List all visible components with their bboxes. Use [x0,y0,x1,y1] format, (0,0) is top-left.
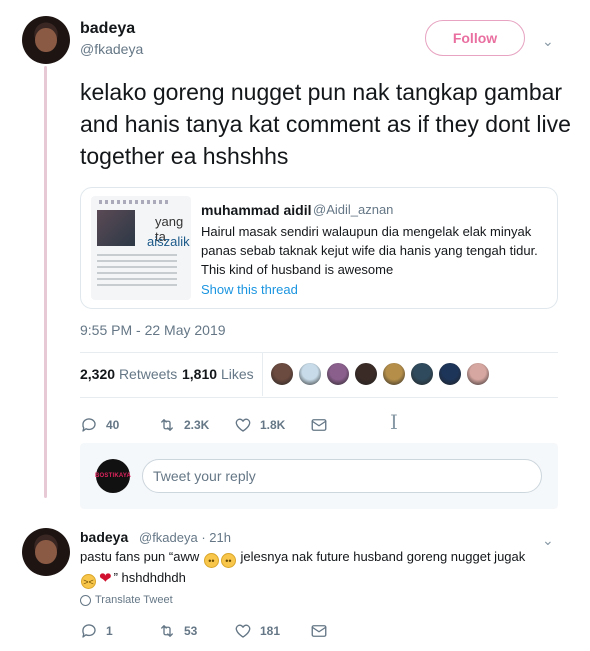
reply-count: 40 [106,418,120,432]
translate-label: Translate Tweet [95,594,173,606]
liker-avatar[interactable] [438,362,462,386]
envelope-icon [311,625,327,637]
retweet-icon [161,625,173,637]
avatar: BOSTIKAYA [95,459,131,493]
heart-icon [235,418,251,432]
thumbnail-photo [97,210,135,246]
thumbnail-header [99,200,169,204]
reply-count: 1 [106,624,113,638]
text-cursor-icon: I [390,410,398,434]
retweet-button[interactable]: 53 [158,622,197,640]
direct-message-button[interactable] [310,622,336,640]
thumbnail-comments [97,254,177,286]
divider [80,397,558,398]
follow-button-label: Follow [452,30,498,46]
tweet-text-part: jelesnya nak future husband goreng nugge… [240,549,526,564]
envelope-icon [311,419,327,431]
liker-avatar[interactable] [466,362,490,386]
retweet-button[interactable]: 2.3K [158,416,209,434]
reply-composer: BOSTIKAYA [80,443,558,509]
liker-avatar[interactable] [354,362,378,386]
avatar[interactable] [22,16,70,64]
like-button[interactable]: 181 [234,622,280,640]
reply-icon [82,624,96,638]
liker-avatar[interactable] [298,362,322,386]
follow-button[interactable]: Follow [425,20,525,56]
reply-button[interactable]: 1 [80,622,113,640]
avatar[interactable] [22,528,70,576]
like-count: 1.8K [260,418,286,432]
quoted-author-name: muhammad aidil [201,202,312,218]
tweet-timestamp[interactable]: 9:55 PM - 22 May 2019 [80,322,226,338]
quoted-tweet-thumbnail: yang ta aiszalik [91,196,191,300]
like-button[interactable]: 1.8K [234,416,285,434]
retweet-count: 2.3K [184,418,210,432]
smirk-emoji-icon: •• [220,553,236,568]
retweet-icon [161,419,173,431]
liker-avatar[interactable] [382,362,406,386]
tired-face-emoji-icon: >< [81,574,96,589]
retweets-count: 2,320 [80,366,116,382]
author-handle-time[interactable]: @fkadeya · 21h [139,530,231,545]
translate-tweet-link[interactable]: Translate Tweet [80,594,173,606]
author-handle[interactable]: @fkadeya [80,41,143,57]
reply-button[interactable]: 40 [80,416,119,434]
retweets-stat[interactable]: 2,320 Retweets [80,366,177,382]
tweet-text-part: ” hshdhdhdh [113,570,186,585]
author-name[interactable]: badeya [80,529,128,545]
thumbnail-text: aiszalik [147,234,190,249]
reply-input[interactable] [142,459,542,493]
show-thread-link[interactable]: Show this thread [201,282,298,297]
direct-message-button[interactable] [310,416,336,434]
divider [80,352,558,353]
quoted-author-handle: @Aidil_aznan [313,202,394,217]
quoted-tweet-text: Hairul masak sendiri walaupun dia mengel… [201,224,538,277]
globe-icon [80,594,91,606]
liker-avatar[interactable] [326,362,350,386]
thread-connector-line [44,66,47,498]
reply-icon [82,418,96,432]
heart-icon [235,624,251,638]
smirk-emoji-icon: •• [203,553,219,568]
retweets-label: Retweets [118,366,178,382]
quoted-tweet-card[interactable]: yang ta aiszalik muhammad aidil @Aidil_a… [80,187,558,309]
likes-count: 1,810 [182,366,218,382]
tweet-text-part: pastu fans pun “aww [80,549,200,564]
heart-emoji-icon: ❤ [99,570,112,587]
author-name[interactable]: badeya [80,20,135,38]
like-count: 181 [260,624,281,638]
tweet-text: pastu fans pun “aww •• •• jelesnya nak fu… [80,547,570,589]
liker-avatar[interactable] [410,362,434,386]
divider [262,352,263,396]
likes-stat[interactable]: 1,810 Likes [182,366,254,382]
chevron-down-icon[interactable]: ⌄ [542,33,554,50]
retweet-count: 53 [184,624,198,638]
liker-avatars[interactable] [270,362,494,386]
likes-label: Likes [220,366,254,382]
liker-avatar[interactable] [270,362,294,386]
tweet-text: kelako goreng nugget pun nak tangkap gam… [80,79,571,169]
